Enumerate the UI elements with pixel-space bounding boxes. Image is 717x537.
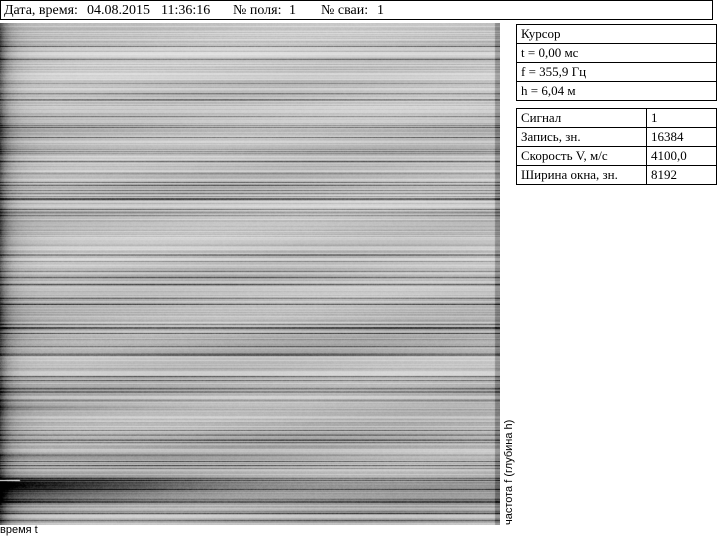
param-row: Запись, зн. 16384 bbox=[516, 127, 717, 147]
date-label: Дата, время: bbox=[4, 3, 78, 18]
param-label: Запись, зн. bbox=[516, 127, 647, 147]
y-axis-label: частота f (глубина h) bbox=[503, 419, 515, 525]
cursor-title: Курсор bbox=[516, 24, 717, 44]
pile-value: 1 bbox=[377, 3, 384, 18]
cursor-panel: Курсор t = 0,00 мс f = 355,9 Гц h = 6,04… bbox=[516, 24, 717, 101]
header-bar: Дата, время: 04.08.2015 11:36:16 № поля:… bbox=[0, 0, 713, 20]
pile-label: № сваи: bbox=[321, 3, 369, 18]
cursor-t-value: t = 0,00 мс bbox=[516, 43, 717, 63]
date-value: 04.08.2015 bbox=[87, 3, 150, 18]
param-row: Ширина окна, зн. 8192 bbox=[516, 165, 717, 185]
param-row: Сигнал 1 bbox=[516, 108, 717, 128]
param-row: Скорость V, м/с 4100,0 bbox=[516, 146, 717, 166]
param-label: Скорость V, м/с bbox=[516, 146, 647, 166]
param-value: 8192 bbox=[646, 165, 717, 185]
field-value: 1 bbox=[289, 3, 296, 18]
param-value: 1 bbox=[646, 108, 717, 128]
param-value: 4100,0 bbox=[646, 146, 717, 166]
x-axis-label: время t bbox=[0, 524, 38, 536]
cursor-f-value: f = 355,9 Гц bbox=[516, 62, 717, 82]
param-value: 16384 bbox=[646, 127, 717, 147]
spectrogram-plot[interactable] bbox=[0, 23, 500, 525]
field-label: № поля: bbox=[233, 3, 282, 18]
time-value: 11:36:16 bbox=[161, 3, 211, 18]
parameters-panel: Сигнал 1 Запись, зн. 16384 Скорость V, м… bbox=[516, 108, 717, 185]
cursor-h-value: h = 6,04 м bbox=[516, 81, 717, 101]
param-label: Сигнал bbox=[516, 108, 647, 128]
param-label: Ширина окна, зн. bbox=[516, 165, 647, 185]
